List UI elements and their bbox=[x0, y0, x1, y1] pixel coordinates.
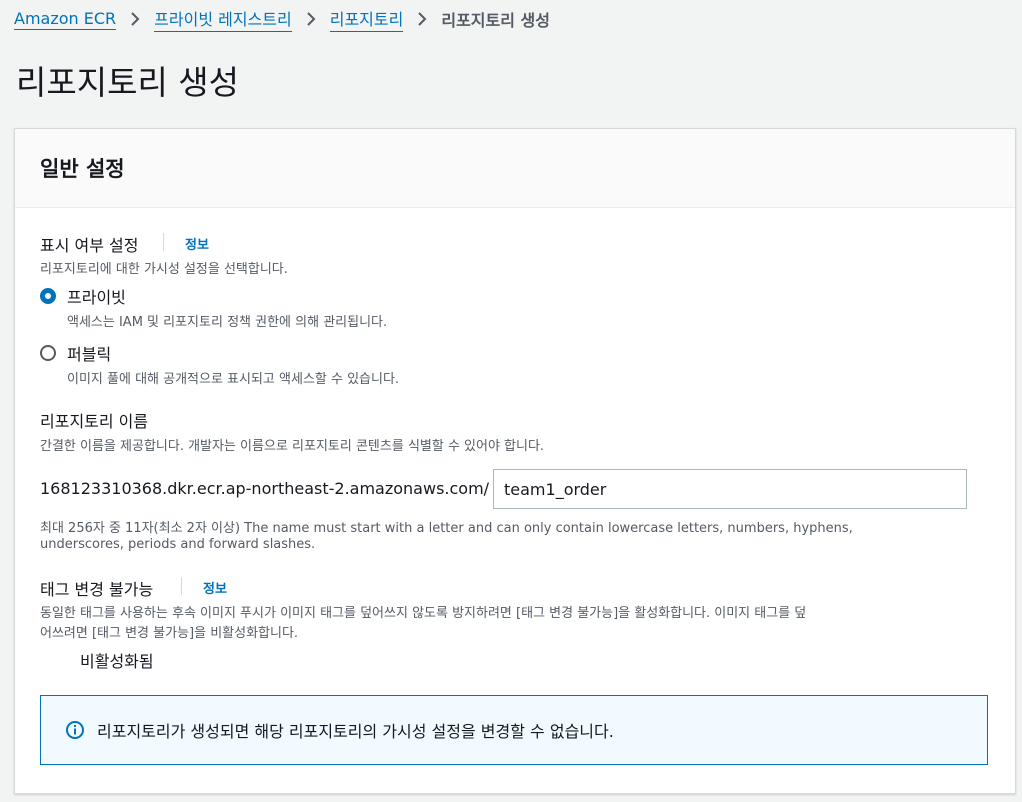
page-title: 리포지토리 생성 bbox=[16, 63, 240, 102]
breadcrumb-current: 리포지토리 생성 bbox=[441, 11, 550, 30]
breadcrumb: Amazon ECR 프라이빗 레지스트리 리포지토리 리포지토리 생성 bbox=[14, 6, 550, 32]
chevron-right-icon bbox=[417, 12, 427, 26]
tag-immutability-description: 동일한 태그를 사용하는 후속 이미지 푸시가 이미지 태그를 덮어쓰지 않도록… bbox=[40, 606, 807, 621]
visibility-info-link[interactable]: 정보 bbox=[185, 234, 209, 253]
visibility-info-alert: 리포지토리가 생성되면 해당 리포지토리의 가시성 설정을 변경할 수 없습니다… bbox=[40, 695, 988, 765]
breadcrumb-repositories[interactable]: 리포지토리 bbox=[329, 6, 404, 32]
alert-text: 리포지토리가 생성되면 해당 리포지토리의 가시성 설정을 변경할 수 없습니다… bbox=[97, 722, 614, 741]
radio-public[interactable] bbox=[40, 345, 56, 361]
chevron-right-icon bbox=[130, 12, 140, 26]
repo-name-label: 리포지토리 이름 bbox=[40, 412, 149, 431]
visibility-label: 표시 여부 설정 bbox=[40, 236, 139, 255]
repo-name-description: 간결한 이름을 제공합니다. 개발자는 이름으로 리포지토리 콘텐츠를 식별할 … bbox=[40, 439, 545, 454]
radio-public-label[interactable]: 퍼블릭 bbox=[67, 341, 111, 365]
repo-name-input[interactable] bbox=[493, 469, 967, 509]
panel-header: 일반 설정 bbox=[15, 129, 1015, 208]
general-settings-panel: 일반 설정 표시 여부 설정 정보 리포지토리에 대한 가시성 설정을 선택합니… bbox=[14, 128, 1016, 794]
breadcrumb-private-registry[interactable]: 프라이빗 레지스트리 bbox=[154, 6, 292, 32]
tag-immutability-description-cont: 어쓰려면 [태그 변경 불가능]을 비활성화합니다. bbox=[40, 626, 299, 641]
radio-private[interactable] bbox=[40, 288, 56, 304]
info-circle-icon bbox=[65, 720, 85, 740]
divider bbox=[181, 577, 182, 595]
visibility-description: 리포지토리에 대한 가시성 설정을 선택합니다. bbox=[40, 262, 288, 277]
repo-name-constraint: 최대 256자 중 11자(최소 2자 이상) The name must st… bbox=[40, 521, 853, 536]
radio-private-label[interactable]: 프라이빗 bbox=[67, 284, 126, 308]
repo-uri-prefix: 168123310368.dkr.ecr.ap-northeast-2.amaz… bbox=[40, 479, 490, 498]
breadcrumb-amazon-ecr[interactable]: Amazon ECR bbox=[14, 9, 117, 30]
tag-immutability-info-link[interactable]: 정보 bbox=[203, 578, 227, 597]
toggle-label: 비활성화됨 bbox=[80, 652, 154, 671]
divider bbox=[163, 233, 164, 251]
radio-public-description: 이미지 풀에 대해 공개적으로 표시되고 액세스할 수 있습니다. bbox=[67, 372, 400, 387]
panel-title: 일반 설정 bbox=[40, 157, 125, 181]
repo-name-constraint-cont: underscores, periods and forward slashes… bbox=[40, 537, 316, 552]
chevron-right-icon bbox=[306, 12, 316, 26]
radio-private-description: 액세스는 IAM 및 리포지토리 정책 권한에 의해 관리됩니다. bbox=[67, 315, 388, 330]
tag-immutability-label: 태그 변경 불가능 bbox=[40, 580, 154, 599]
